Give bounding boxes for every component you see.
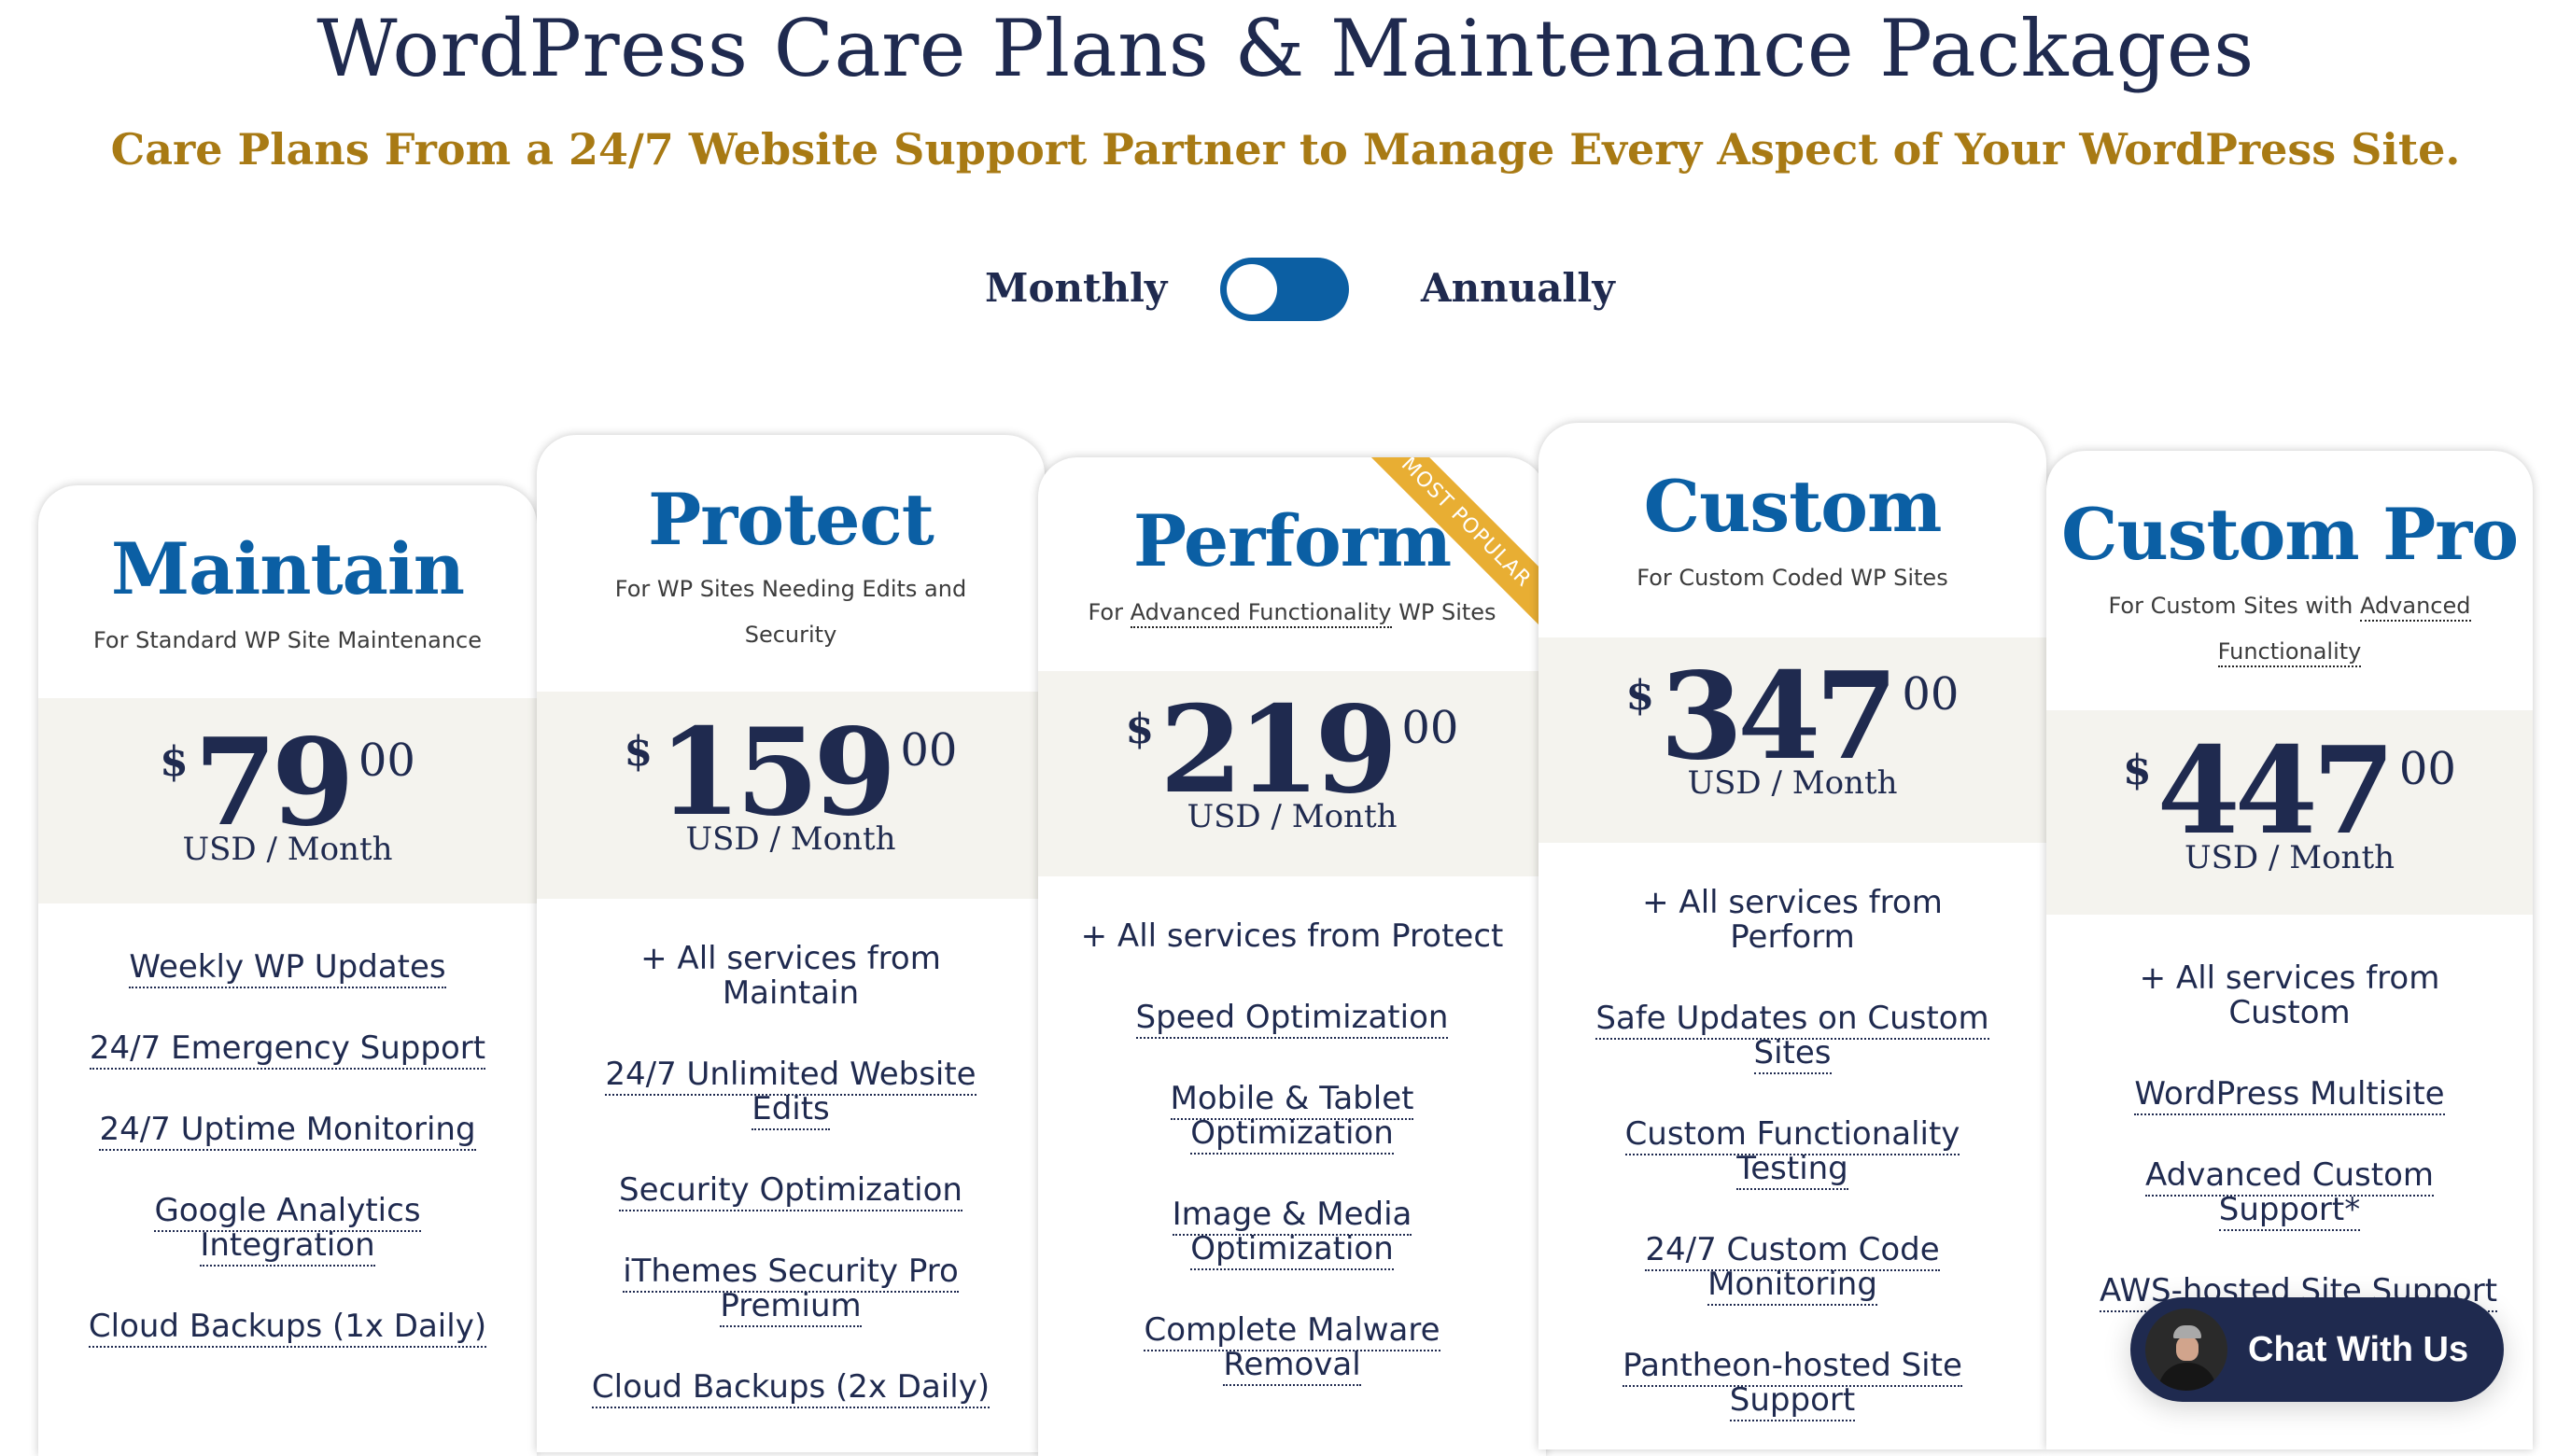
plan-price: $347 00 [1626,656,1960,777]
feature-item[interactable]: Security Optimization [585,1171,996,1211]
plan-card-perform: MOST POPULAR Perform For Advanced Functi… [1038,457,1546,1456]
price-amount: 447 [2157,721,2395,861]
price-currency: $ [624,728,653,776]
avatar-body [2158,1363,2216,1391]
feature-item[interactable]: Mobile & Tablet Optimization [1152,1080,1432,1155]
feature-item[interactable]: 24/7 Emergency Support [82,1029,493,1070]
chat-with-us-button[interactable]: Chat With Us [2130,1297,2504,1402]
price-cents: 00 [1902,668,1960,721]
price-currency: $ [1125,706,1155,753]
price-cents: 00 [2398,743,2456,795]
plan-header: Protect For WP Sites Needing Edits and S… [537,435,1045,692]
feature-item[interactable]: Google Analytics Integration [148,1192,428,1267]
plan-name: Maintain [111,527,465,610]
feature-item[interactable]: 24/7 Uptime Monitoring [82,1111,493,1151]
price-cents: 00 [358,735,415,787]
plan-name: Protect [648,478,934,561]
feature-item[interactable]: WordPress Multisite [2085,1075,2495,1115]
price-currency: $ [1625,672,1655,720]
feature-item[interactable]: Custom Functionality Testing [1615,1115,1970,1190]
plan-name: Perform [1132,499,1452,582]
plan-description: For WP Sites Needing Edits and Security [614,576,967,648]
plan-name: Custom Pro [2060,493,2519,576]
billing-annually-label[interactable]: Annually [1421,261,1615,315]
plan-description: For Advanced Functionality WP Sites [1075,590,1509,636]
plan-price: $159 00 [625,712,958,833]
plan-description: For Standard WP Site Maintenance [92,627,483,653]
feature-item[interactable]: Image & Media Optimization [1161,1196,1423,1270]
plan-header: Maintain For Standard WP Site Maintenanc… [38,485,537,698]
avatar-cap [2173,1325,2201,1338]
feature-list: + All services from Maintain 24/7 Unlimi… [537,899,1045,1408]
plan-description: For Custom Coded WP Sites [1637,565,1948,591]
plan-header: Custom For Custom Coded WP Sites [1538,423,2046,637]
support-agent-avatar [2145,1309,2227,1391]
feature-item[interactable]: Cloud Backups (1x Daily) [82,1308,493,1348]
billing-period-toggle[interactable] [1220,258,1349,321]
price-band: $219 00 USD / Month [1038,671,1546,876]
feature-item[interactable]: Complete Malware Removal [1133,1311,1451,1386]
plan-name: Custom [1643,465,1943,548]
feature-item[interactable]: Safe Updates on Custom Sites [1587,1000,1998,1074]
plan-header: Perform For Advanced Functionality WP Si… [1038,457,1546,671]
price-band: $79 00 USD / Month [38,698,537,903]
page-subtitle: Care Plans From a 24/7 Website Support P… [110,124,2461,175]
feature-item[interactable]: Cloud Backups (2x Daily) [576,1368,1005,1408]
avatar-face [2176,1337,2199,1361]
price-band: $347 00 USD / Month [1538,637,2046,843]
page-title: WordPress Care Plans & Maintenance Packa… [316,3,2255,94]
plan-price: $219 00 [1126,690,1459,811]
billing-monthly-label[interactable]: Monthly [985,261,1167,315]
plan-card-maintain: Maintain For Standard WP Site Maintenanc… [38,485,537,1456]
plan-description: For Custom Sites with Advanced Functiona… [2093,583,2486,675]
feature-item[interactable]: 24/7 Custom Code Monitoring [1634,1231,1951,1306]
billing-toggle-row: Monthly Annually [0,254,2571,323]
feature-item[interactable]: Pantheon-hosted Site Support [1615,1347,1970,1421]
feature-item[interactable]: 24/7 Unlimited Website Edits [604,1056,977,1130]
price-currency: $ [160,738,189,786]
feature-item: + All services from Maintain [640,940,941,1012]
feature-item[interactable]: Advanced Custom Support* [2136,1156,2444,1231]
chat-label: Chat With Us [2248,1330,2469,1369]
feature-item[interactable]: Weekly WP Updates [119,948,456,988]
plan-price: $447 00 [2123,731,2456,852]
feature-item: + All services from Perform [1642,884,1943,956]
price-currency: $ [2123,747,2152,794]
feature-list: Weekly WP Updates 24/7 Emergency Support… [38,903,537,1348]
advanced-functionality-link[interactable]: Advanced Functionality [1130,599,1392,628]
price-cents: 00 [1401,702,1459,754]
feature-item: + All services from Custom [2139,959,2440,1031]
price-amount: 219 [1159,680,1398,820]
feature-item[interactable]: Speed Optimization [1087,999,1497,1039]
feature-list: + All services from Perform Safe Updates… [1538,843,2046,1421]
price-band: $447 00 USD / Month [2046,710,2533,915]
price-cents: 00 [900,724,958,777]
price-amount: 159 [658,703,896,843]
feature-list: + All services from Protect Speed Optimi… [1038,876,1546,1386]
price-amount: 347 [1660,647,1898,787]
feature-list: + All services from Custom WordPress Mul… [2046,915,2533,1312]
plan-price: $79 00 [160,722,415,844]
feature-item: + All services from Protect [1080,917,1504,955]
price-band: $159 00 USD / Month [537,692,1045,899]
feature-item[interactable]: iThemes Security Pro Premium [613,1253,968,1327]
toggle-knob [1227,264,1277,315]
plan-header: Custom Pro For Custom Sites with Advance… [2046,451,2533,710]
plan-card-custom: Custom For Custom Coded WP Sites $347 00 … [1538,423,2046,1449]
plan-card-protect: Protect For WP Sites Needing Edits and S… [537,435,1045,1452]
price-amount: 79 [193,713,355,853]
